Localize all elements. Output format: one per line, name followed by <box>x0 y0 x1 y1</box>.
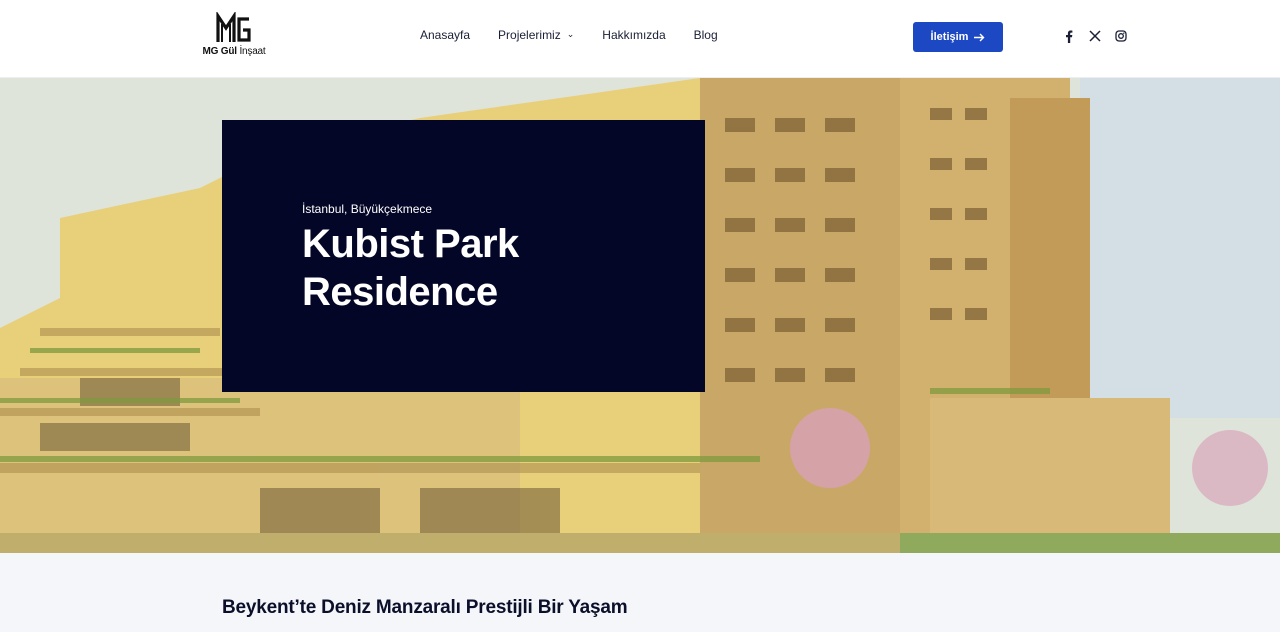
instagram-icon[interactable] <box>1114 29 1128 43</box>
nav-label: Blog <box>693 28 718 42</box>
arrow-right-icon <box>974 33 985 41</box>
logo-name-light: İnşaat <box>239 46 266 57</box>
facebook-icon[interactable] <box>1062 29 1076 43</box>
site-header: MG Gül İnşaat Anasayfa Projelerimiz ⌄ Hak… <box>0 0 1280 78</box>
hero-title: Kubist Park Residence <box>302 222 519 314</box>
nav-label: Projelerimiz <box>498 28 561 42</box>
nav-item-blog[interactable]: Blog <box>694 28 718 42</box>
logo-name-bold: MG Gül <box>202 46 238 57</box>
nav-item-hakkimizda[interactable]: Hakkımızda <box>602 28 665 42</box>
logo[interactable]: MG Gül İnşaat <box>198 12 270 64</box>
hero-banner: İstanbul, Büyükçekmece Kubist Park Resid… <box>0 78 1280 553</box>
intro-section: Beykent’te Deniz Manzaralı Prestijli Bir… <box>0 553 1280 632</box>
nav-label: Hakkımızda <box>602 28 666 42</box>
logo-mark-icon <box>216 12 251 42</box>
nav-item-anasayfa[interactable]: Anasayfa <box>420 28 470 42</box>
logo-text: MG Gül İnşaat <box>203 46 266 57</box>
nav-label: Anasayfa <box>420 28 471 42</box>
main-nav: Anasayfa Projelerimiz ⌄ Hakkımızda Blog <box>420 28 746 42</box>
nav-item-projelerimiz[interactable]: Projelerimiz ⌄ <box>498 28 574 42</box>
chevron-down-icon: ⌄ <box>566 28 575 39</box>
hero-location: İstanbul, Büyükçekmece <box>302 202 433 216</box>
hero-caption-box: İstanbul, Büyükçekmece Kubist Park Resid… <box>222 120 705 392</box>
contact-button[interactable]: İletişim <box>913 22 1003 52</box>
x-twitter-icon[interactable] <box>1088 29 1102 43</box>
social-links <box>1062 29 1128 43</box>
section-title: Beykent’te Deniz Manzaralı Prestijli Bir… <box>222 597 628 618</box>
contact-button-label: İletişim <box>930 31 969 43</box>
